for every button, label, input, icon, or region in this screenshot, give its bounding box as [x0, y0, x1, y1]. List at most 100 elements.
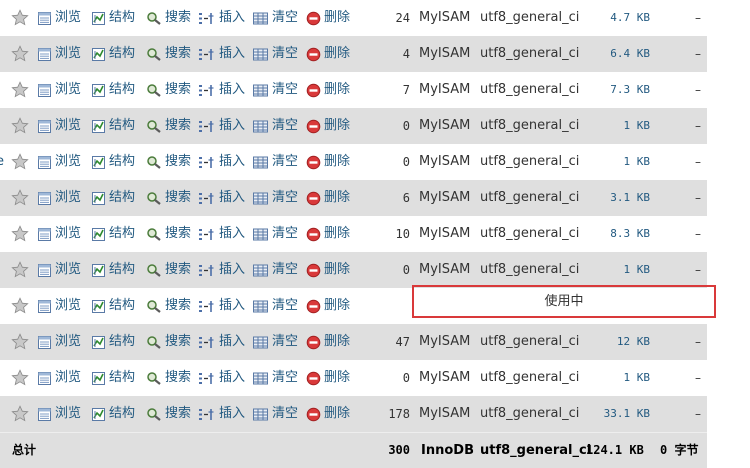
browse-action[interactable]: 浏览: [37, 36, 81, 72]
table-size[interactable]: 1 KB: [590, 108, 651, 144]
empty-action[interactable]: 清空: [252, 180, 298, 216]
browse-action[interactable]: 浏览: [37, 324, 81, 360]
insert-action[interactable]: 插入: [198, 36, 245, 72]
insert-action[interactable]: 插入: [198, 72, 245, 108]
empty-action[interactable]: 清空: [252, 144, 298, 180]
favorite-star-icon[interactable]: [11, 81, 29, 99]
table-size[interactable]: 8.3 KB: [590, 216, 650, 252]
favorite-star-icon[interactable]: [11, 297, 29, 315]
browse-action[interactable]: 浏览: [37, 0, 81, 36]
empty-table-icon: [252, 227, 269, 242]
structure-action[interactable]: 结构: [91, 396, 135, 432]
drop-action[interactable]: 删除: [306, 144, 350, 180]
favorite-star-icon[interactable]: [11, 9, 29, 27]
search-action[interactable]: 搜索: [146, 36, 191, 72]
table-size[interactable]: 1 KB: [590, 144, 651, 180]
browse-action[interactable]: 浏览: [37, 360, 81, 396]
table-size[interactable]: 4.7 KB: [590, 0, 650, 36]
structure-action[interactable]: 结构: [91, 180, 135, 216]
empty-action[interactable]: 清空: [252, 252, 298, 288]
empty-action[interactable]: 清空: [252, 108, 298, 144]
table-size[interactable]: 1 KB: [590, 360, 651, 396]
structure-action[interactable]: 结构: [91, 72, 135, 108]
search-action[interactable]: 搜索: [146, 252, 191, 288]
structure-action[interactable]: 结构: [91, 0, 135, 36]
structure-action[interactable]: 结构: [91, 360, 135, 396]
drop-action[interactable]: 删除: [306, 216, 350, 252]
favorite-star-icon[interactable]: [11, 153, 29, 171]
search-action[interactable]: 搜索: [146, 144, 191, 180]
insert-action[interactable]: 插入: [198, 288, 245, 324]
favorite-star-icon[interactable]: [11, 189, 29, 207]
empty-action[interactable]: 清空: [252, 0, 298, 36]
empty-table-icon: [252, 155, 269, 170]
structure-action[interactable]: 结构: [91, 216, 135, 252]
favorite-star-icon[interactable]: [11, 225, 29, 243]
insert-action[interactable]: 插入: [198, 216, 245, 252]
table-size[interactable]: 12 KB: [590, 324, 650, 360]
empty-action[interactable]: 清空: [252, 36, 298, 72]
favorite-star-icon[interactable]: [11, 261, 29, 279]
drop-action[interactable]: 删除: [306, 108, 350, 144]
search-action[interactable]: 搜索: [146, 72, 191, 108]
search-action[interactable]: 搜索: [146, 180, 191, 216]
empty-action[interactable]: 清空: [252, 288, 298, 324]
insert-action[interactable]: 插入: [198, 108, 245, 144]
browse-action[interactable]: 浏览: [37, 252, 81, 288]
drop-action[interactable]: 删除: [306, 396, 350, 432]
structure-chart-icon: [91, 263, 106, 278]
drop-action[interactable]: 删除: [306, 324, 350, 360]
favorite-star-icon[interactable]: [11, 117, 29, 135]
browse-action[interactable]: 浏览: [37, 72, 81, 108]
storage-engine: MyISAM: [419, 10, 471, 25]
drop-action[interactable]: 删除: [306, 360, 350, 396]
search-action[interactable]: 搜索: [146, 288, 191, 324]
drop-action[interactable]: 删除: [306, 72, 350, 108]
browse-action[interactable]: 浏览: [37, 180, 81, 216]
search-action[interactable]: 搜索: [146, 360, 191, 396]
insert-action[interactable]: 插入: [198, 180, 245, 216]
favorite-star-icon[interactable]: [11, 333, 29, 351]
table-size[interactable]: 6.4 KB: [590, 36, 650, 72]
structure-action[interactable]: 结构: [91, 144, 135, 180]
insert-action[interactable]: 插入: [198, 252, 245, 288]
search-action[interactable]: 搜索: [146, 108, 191, 144]
favorite-star-icon[interactable]: [11, 405, 29, 423]
structure-action[interactable]: 结构: [91, 324, 135, 360]
browse-action[interactable]: 浏览: [37, 144, 81, 180]
drop-action[interactable]: 删除: [306, 36, 350, 72]
search-action[interactable]: 搜索: [146, 324, 191, 360]
drop-action[interactable]: 删除: [306, 252, 350, 288]
browse-action[interactable]: 浏览: [37, 216, 81, 252]
insert-action[interactable]: 插入: [198, 396, 245, 432]
search-action[interactable]: 搜索: [146, 0, 191, 36]
search-action[interactable]: 搜索: [146, 396, 191, 432]
favorite-star-icon[interactable]: [11, 369, 29, 387]
structure-action[interactable]: 结构: [91, 108, 135, 144]
empty-action[interactable]: 清空: [252, 396, 298, 432]
browse-action[interactable]: 浏览: [37, 396, 81, 432]
drop-action[interactable]: 删除: [306, 180, 350, 216]
empty-table-icon: [252, 83, 269, 98]
table-size[interactable]: 1 KB: [590, 252, 651, 288]
table-size[interactable]: 7.3 KB: [590, 72, 650, 108]
table-size[interactable]: 3.1 KB: [590, 180, 650, 216]
insert-action[interactable]: 插入: [198, 324, 245, 360]
empty-action[interactable]: 清空: [252, 72, 298, 108]
empty-action[interactable]: 清空: [252, 360, 298, 396]
empty-action[interactable]: 清空: [252, 324, 298, 360]
structure-action[interactable]: 结构: [91, 288, 135, 324]
structure-action[interactable]: 结构: [91, 252, 135, 288]
structure-action[interactable]: 结构: [91, 36, 135, 72]
browse-action[interactable]: 浏览: [37, 108, 81, 144]
drop-action[interactable]: 删除: [306, 0, 350, 36]
favorite-star-icon[interactable]: [11, 45, 29, 63]
drop-action[interactable]: 删除: [306, 288, 350, 324]
search-action[interactable]: 搜索: [146, 216, 191, 252]
insert-action[interactable]: 插入: [198, 360, 245, 396]
table-size[interactable]: 33.1 KB: [590, 396, 650, 432]
insert-action[interactable]: 插入: [198, 144, 245, 180]
empty-action[interactable]: 清空: [252, 216, 298, 252]
insert-action[interactable]: 插入: [198, 0, 245, 36]
browse-action[interactable]: 浏览: [37, 288, 81, 324]
